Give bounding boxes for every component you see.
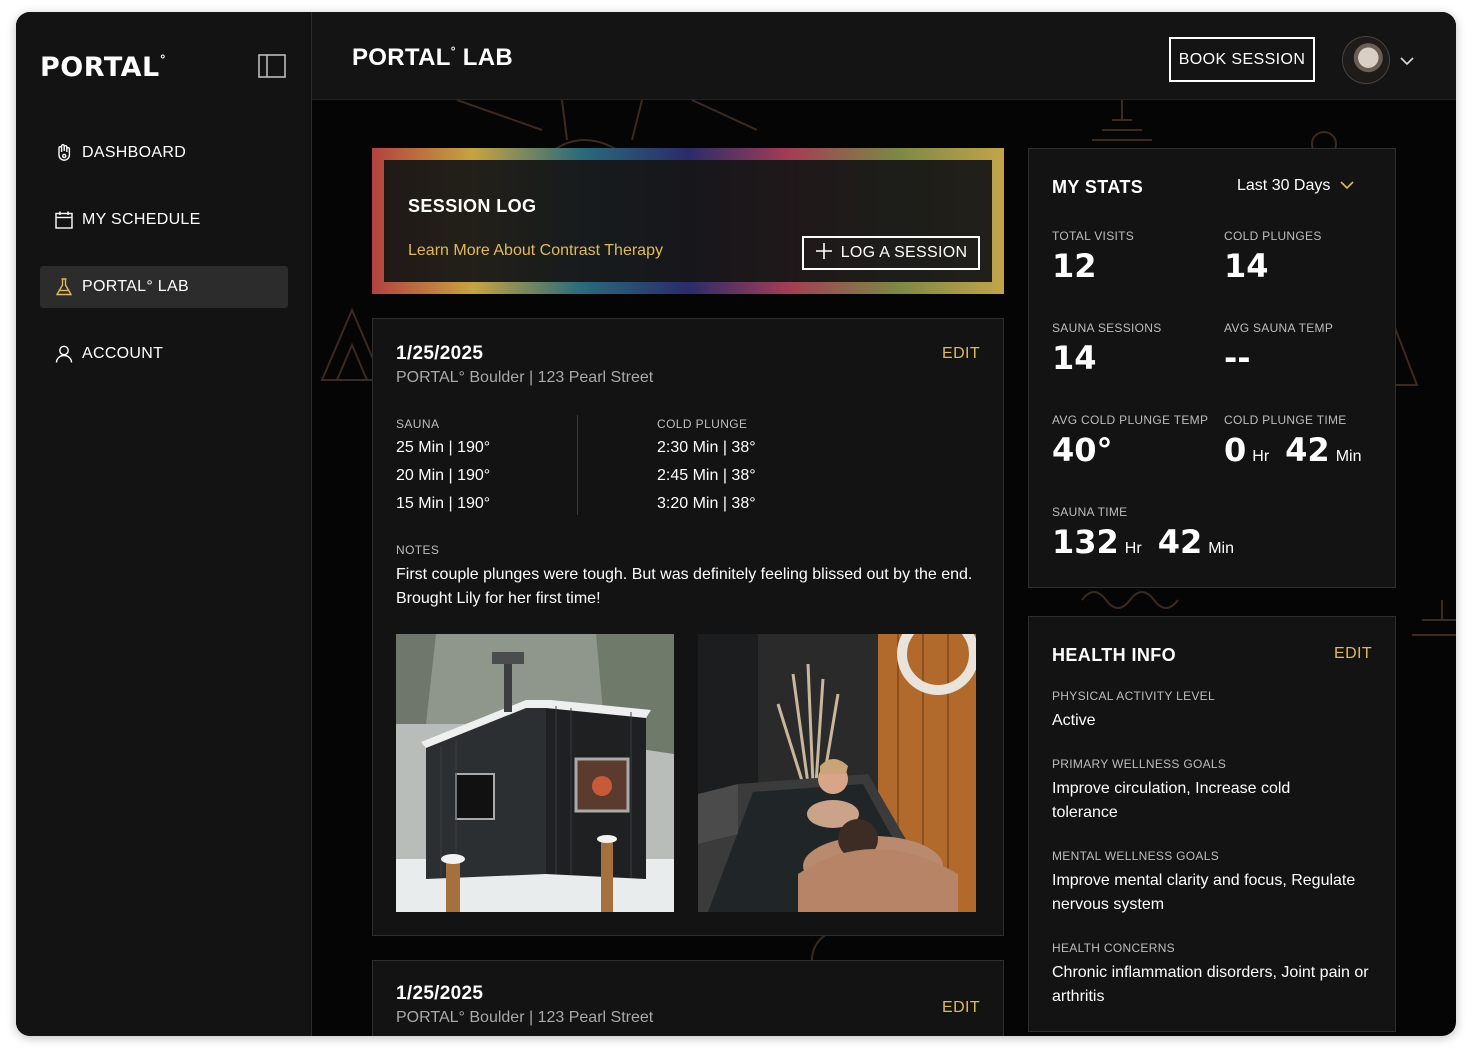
date-range-select[interactable]: Last 30 Days: [1237, 177, 1354, 195]
logo-degree: °: [159, 53, 167, 67]
sauna-sessions-value: 14: [1052, 339, 1097, 377]
edit-health-info-link[interactable]: EDIT: [1334, 645, 1372, 663]
plus-icon: [815, 242, 833, 265]
sidebar-nav: DASHBOARD MY SCHEDULE PORTAL° LAB ACCOUN…: [40, 132, 288, 400]
stats-title: MY STATS: [1052, 177, 1144, 197]
sauna-round: 15 Min | 190°: [396, 495, 491, 512]
avg-sauna-temp-value: --: [1224, 339, 1251, 377]
sidebar-item-my-schedule[interactable]: MY SCHEDULE: [40, 199, 288, 241]
sauna-label: SAUNA: [396, 417, 440, 431]
app-window: PORTAL° DASHBOARD MY SCHEDULE PORTAL° LA…: [16, 12, 1456, 1036]
user-icon: [54, 344, 74, 364]
edit-session-link[interactable]: EDIT: [942, 999, 980, 1017]
book-session-button[interactable]: BOOK SESSION: [1169, 37, 1315, 82]
session-card: 1/25/2025 PORTAL° Boulder | 123 Pearl St…: [372, 960, 1004, 1036]
mental-goals-value: Improve mental clarity and focus, Regula…: [1052, 872, 1356, 913]
sauna-sessions-label: SAUNA SESSIONS: [1052, 321, 1162, 335]
total-visits-value: 12: [1052, 247, 1097, 285]
cold-plunges-label: COLD PLUNGES: [1224, 229, 1322, 243]
session-location: PORTAL° Boulder | 123 Pearl Street: [396, 369, 654, 386]
session-card: 1/25/2025 PORTAL° Boulder | 123 Pearl St…: [372, 318, 1004, 936]
column-divider: [577, 415, 578, 515]
portal-logo[interactable]: PORTAL°: [40, 52, 166, 83]
session-date: 1/25/2025: [396, 343, 484, 364]
avg-cold-plunge-temp-value: 40°: [1052, 431, 1113, 469]
avg-cold-plunge-temp-label: AVG COLD PLUNGE TEMP: [1052, 413, 1209, 427]
page-title: PORTAL° LAB: [352, 44, 513, 71]
session-photo-sauna[interactable]: [396, 634, 674, 912]
date-range-value: Last 30 Days: [1237, 177, 1331, 194]
sauna-round: 25 Min | 190°: [396, 439, 491, 456]
hand-icon: [54, 143, 74, 163]
flask-icon: [54, 277, 74, 297]
cold-plunge-label: COLD PLUNGE: [657, 417, 748, 431]
sidebar: PORTAL° DASHBOARD MY SCHEDULE PORTAL° LA…: [16, 12, 312, 1036]
edit-session-link[interactable]: EDIT: [942, 345, 980, 363]
cold-plunge-time-label: COLD PLUNGE TIME: [1224, 413, 1347, 427]
contrast-therapy-link[interactable]: Learn More About Contrast Therapy: [408, 242, 663, 260]
health-concerns-label: HEALTH CONCERNS: [1052, 941, 1175, 955]
cold-plunges-value: 14: [1224, 247, 1269, 285]
banner-panel: SESSION LOG Learn More About Contrast Th…: [384, 160, 992, 282]
chevron-down-icon: [1340, 177, 1354, 195]
sauna-round: 20 Min | 190°: [396, 467, 491, 484]
primary-goals-label: PRIMARY WELLNESS GOALS: [1052, 757, 1227, 771]
cold-plunge-round: 2:45 Min | 38°: [657, 467, 756, 484]
health-info-card: HEALTH INFO EDIT PHYSICAL ACTIVITY LEVEL…: [1028, 616, 1396, 1032]
sauna-time-value: 132 Hr 42 Min: [1052, 523, 1234, 561]
calendar-icon: [54, 210, 74, 230]
session-photo-cold-plunge[interactable]: [698, 634, 976, 912]
sidebar-item-label: ACCOUNT: [82, 345, 164, 362]
cold-plunge-time-value: 0 Hr 42 Min: [1224, 431, 1362, 469]
session-notes: First couple plunges were tough. But was…: [396, 566, 973, 607]
activity-level-value: Active: [1052, 712, 1096, 729]
primary-goals-value: Improve circulation, Increase cold toler…: [1052, 780, 1291, 821]
sauna-time-label: SAUNA TIME: [1052, 505, 1128, 519]
sidebar-item-label: PORTAL° LAB: [82, 278, 189, 295]
log-session-button[interactable]: LOG A SESSION: [802, 236, 980, 270]
banner-title: SESSION LOG: [408, 196, 537, 216]
sidebar-item-dashboard[interactable]: DASHBOARD: [40, 132, 288, 174]
notes-label: NOTES: [396, 543, 440, 557]
sidebar-item-account[interactable]: ACCOUNT: [40, 333, 288, 375]
logo-text: PORTAL: [40, 52, 160, 83]
total-visits-label: TOTAL VISITS: [1052, 229, 1135, 243]
log-session-label: LOG A SESSION: [840, 244, 968, 261]
sidebar-item-label: MY SCHEDULE: [82, 211, 201, 228]
avatar[interactable]: [1342, 36, 1390, 84]
health-info-title: HEALTH INFO: [1052, 645, 1177, 665]
chevron-down-icon[interactable]: [1400, 54, 1414, 66]
cold-plunge-round: 3:20 Min | 38°: [657, 495, 756, 512]
session-location: PORTAL° Boulder | 123 Pearl Street: [396, 1009, 654, 1026]
avg-sauna-temp-label: AVG SAUNA TEMP: [1224, 321, 1334, 335]
my-stats-card: MY STATS Last 30 Days TOTAL VISITS 12 CO…: [1028, 148, 1396, 588]
sidebar-item-portal-lab[interactable]: PORTAL° LAB: [40, 266, 288, 308]
cold-plunge-round: 2:30 Min | 38°: [657, 439, 756, 456]
activity-level-label: PHYSICAL ACTIVITY LEVEL: [1052, 689, 1215, 703]
sidebar-toggle-icon[interactable]: [258, 54, 286, 78]
session-date: 1/25/2025: [396, 983, 484, 1004]
health-concerns-value: Chronic inflammation disorders, Joint pa…: [1052, 964, 1369, 1005]
mental-goals-label: MENTAL WELLNESS GOALS: [1052, 849, 1220, 863]
sidebar-item-label: DASHBOARD: [82, 144, 187, 161]
top-header: PORTAL° LAB BOOK SESSION: [312, 12, 1456, 100]
session-log-banner: SESSION LOG Learn More About Contrast Th…: [372, 148, 1004, 294]
